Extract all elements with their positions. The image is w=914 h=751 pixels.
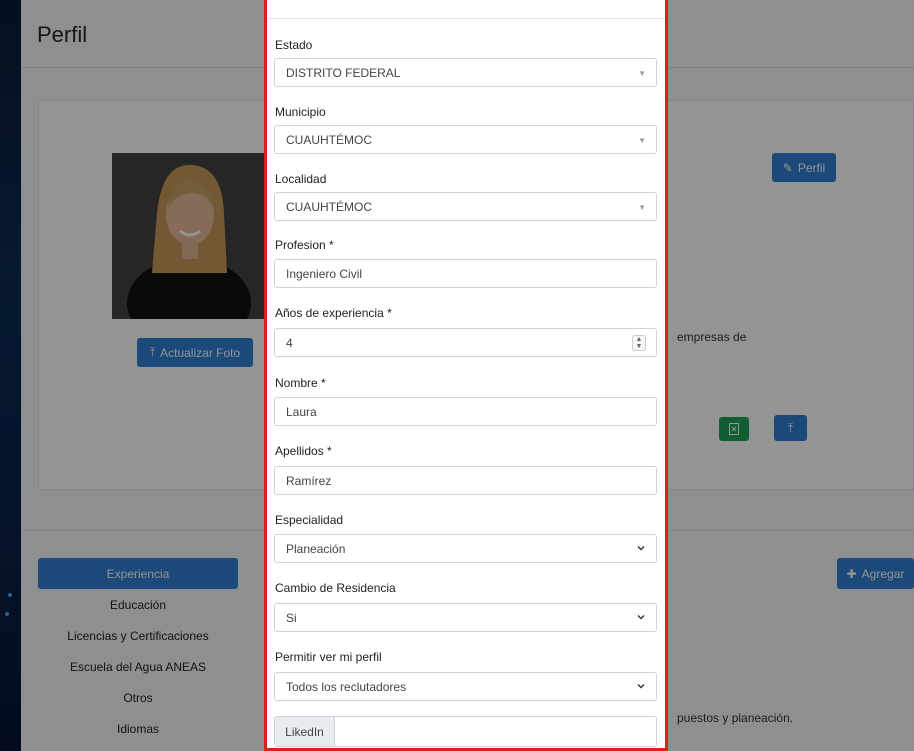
number-stepper[interactable]: ▲ ▼: [632, 335, 646, 351]
estado-label: Estado: [275, 38, 313, 52]
tab-experiencia[interactable]: Experiencia: [38, 558, 238, 589]
tab-licencias[interactable]: Licencias y Certificaciones: [38, 620, 238, 651]
decorative-dot: [5, 612, 9, 616]
profesion-input[interactable]: Ingeniero Civil: [274, 259, 657, 288]
caret-down-icon: ▼: [638, 203, 646, 212]
municipio-label: Municipio: [275, 105, 326, 119]
upload-icon: ⤒: [149, 345, 156, 359]
decorative-dot: [8, 593, 12, 597]
update-photo-button[interactable]: ⤒ Actualizar Foto: [137, 338, 253, 367]
pdf-button[interactable]: [719, 417, 749, 441]
localidad-label: Localidad: [275, 172, 327, 186]
nombre-input[interactable]: Laura: [274, 397, 657, 426]
edit-profile-button[interactable]: ✎ Perfil: [772, 153, 836, 182]
tab-escuela-agua[interactable]: Escuela del Agua ANEAS: [38, 651, 238, 682]
desktop-background-strip: [0, 0, 21, 751]
stepper-up-icon[interactable]: ▲: [633, 336, 645, 343]
localidad-select[interactable]: CUAUHTÉMOC ▼: [274, 192, 657, 221]
permitir-label: Permitir ver mi perfil: [275, 650, 382, 664]
experiencia-number-input[interactable]: 4 ▲ ▼: [274, 328, 657, 357]
modal-divider: [267, 18, 665, 19]
estado-select[interactable]: DISTRITO FEDERAL ▼: [274, 58, 657, 87]
nombre-label: Nombre *: [275, 376, 326, 390]
linkedin-input-group: LikedIn: [274, 716, 657, 747]
especialidad-select[interactable]: Planeación: [274, 534, 657, 563]
tab-otros[interactable]: Otros: [38, 682, 238, 713]
profile-photo: [112, 153, 267, 319]
add-button[interactable]: ✚ Agregar: [837, 558, 914, 589]
chevron-down-icon: [637, 615, 645, 620]
permitir-select[interactable]: Todos los reclutadores: [274, 672, 657, 701]
profesion-label: Profesion *: [275, 238, 334, 252]
apellidos-label: Apellidos *: [275, 444, 332, 458]
tab-educacion[interactable]: Educación: [38, 589, 238, 620]
residencia-select[interactable]: Si: [274, 603, 657, 632]
plus-icon: ✚: [846, 566, 857, 581]
caret-down-icon: ▼: [638, 136, 646, 145]
stepper-down-icon[interactable]: ▼: [633, 343, 645, 350]
linkedin-addon-label: LikedIn: [275, 717, 335, 746]
pdf-icon: [729, 423, 739, 435]
upload-cv-button[interactable]: ⤒: [774, 415, 807, 441]
residencia-label: Cambio de Residencia: [275, 581, 396, 595]
summary-text: empresas de: [677, 330, 747, 344]
especialidad-label: Especialidad: [275, 513, 344, 527]
caret-down-icon: ▼: [638, 69, 646, 78]
chevron-down-icon: [637, 546, 645, 551]
tab-idiomas[interactable]: Idiomas: [38, 713, 238, 744]
upload-icon: ⤒: [787, 420, 794, 435]
experiencia-label: Años de experiencia *: [275, 306, 392, 320]
edit-profile-modal: Estado DISTRITO FEDERAL ▼ Municipio CUAU…: [264, 0, 668, 751]
page-title: Perfil: [37, 22, 88, 47]
apellidos-input[interactable]: Ramírez: [274, 466, 657, 495]
experience-description: puestos y planeación.: [677, 711, 794, 725]
chevron-down-icon: [637, 684, 645, 689]
linkedin-input[interactable]: [335, 717, 656, 746]
profile-sections-nav: Experiencia Educación Licencias y Certif…: [38, 558, 238, 744]
pencil-icon: ✎: [782, 160, 793, 175]
municipio-select[interactable]: CUAUHTÉMOC ▼: [274, 125, 657, 154]
